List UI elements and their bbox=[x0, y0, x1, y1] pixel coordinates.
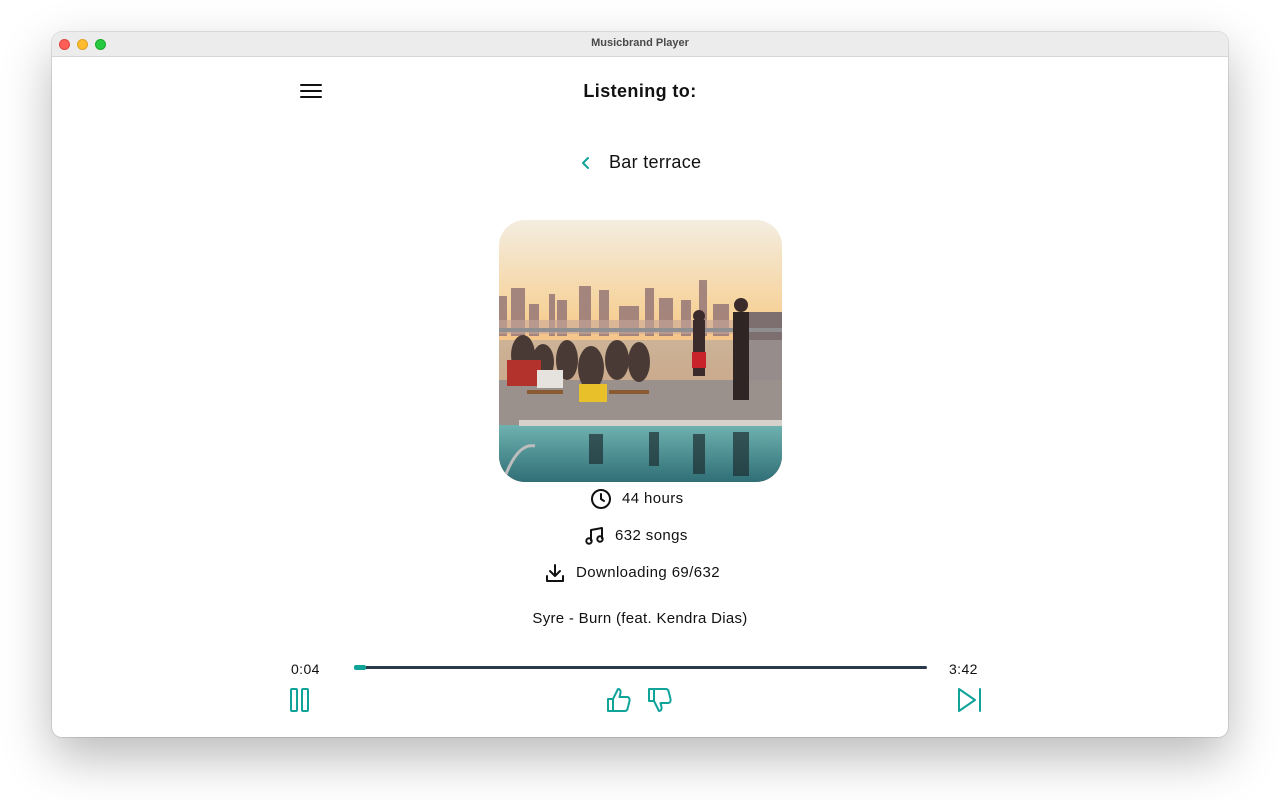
like-button[interactable] bbox=[605, 686, 633, 719]
progress-bar[interactable] bbox=[354, 665, 927, 670]
playlist-name: Bar terrace bbox=[609, 152, 702, 172]
pause-button[interactable] bbox=[289, 687, 311, 718]
dislike-button[interactable] bbox=[646, 686, 674, 719]
thumbs-up-icon bbox=[607, 688, 631, 712]
clock-icon bbox=[591, 489, 611, 509]
title-bar: Musicbrand Player bbox=[52, 32, 1228, 57]
next-track-button[interactable] bbox=[955, 686, 983, 719]
elapsed-time: 0:04 bbox=[291, 661, 320, 677]
pause-icon bbox=[290, 688, 309, 712]
progress-fill bbox=[354, 665, 366, 670]
songs-count-text: 632 songs bbox=[615, 527, 688, 544]
total-time: 3:42 bbox=[949, 661, 978, 677]
download-icon bbox=[546, 564, 564, 582]
window-title: Musicbrand Player bbox=[591, 37, 689, 49]
page-title: Listening to: bbox=[583, 81, 697, 101]
download-status-text: Downloading 69/632 bbox=[576, 564, 720, 581]
playlist-cover-image bbox=[499, 220, 782, 482]
now-playing-track: Syre - Burn (feat. Kendra Dias) bbox=[532, 610, 748, 627]
duration-text: 44 hours bbox=[622, 490, 684, 507]
music-note-icon bbox=[585, 527, 604, 545]
skip-next-icon bbox=[958, 688, 981, 712]
app-window: Musicbrand Player Listening to: Bar terr… bbox=[52, 32, 1228, 737]
thumbs-down-icon bbox=[648, 688, 672, 712]
chevron-left-icon[interactable] bbox=[578, 153, 594, 173]
